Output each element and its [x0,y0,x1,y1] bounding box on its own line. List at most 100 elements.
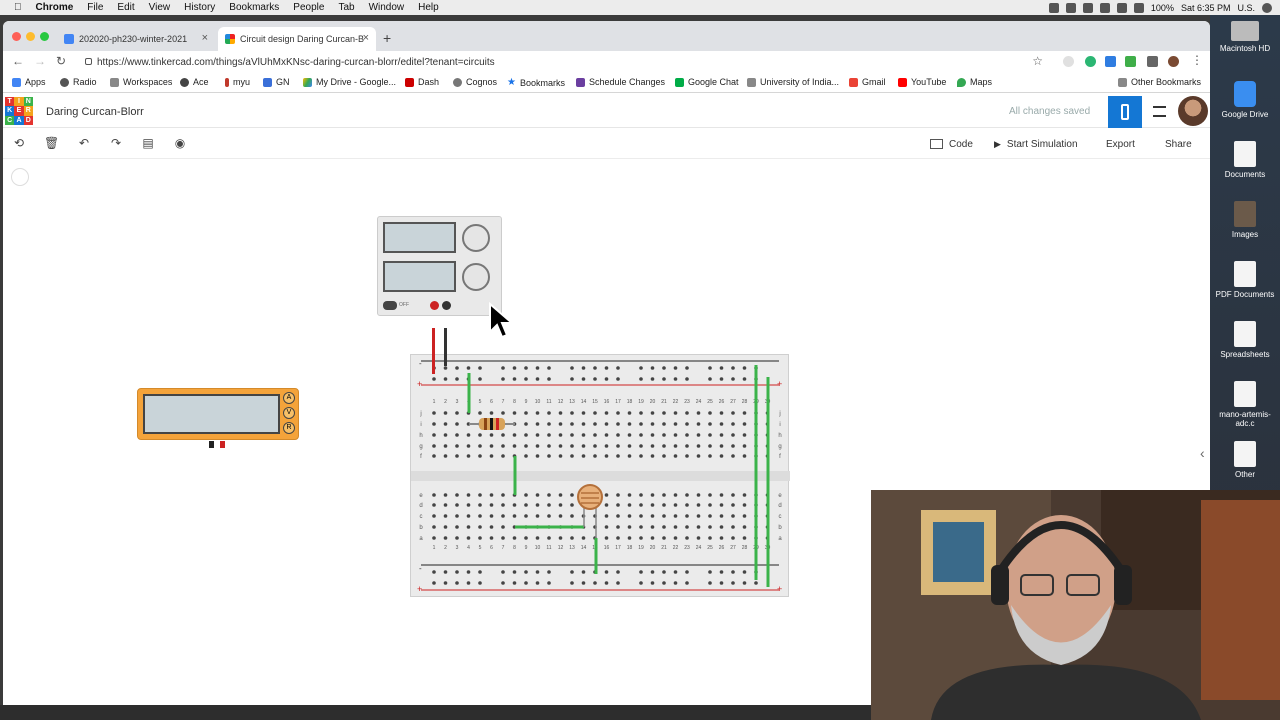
breadboard-hole[interactable] [696,454,701,458]
desktop-item-images[interactable]: Images [1210,201,1280,239]
breadboard-hole[interactable] [742,525,747,529]
breadboard-hole[interactable] [547,411,551,415]
breadboard-hole[interactable] [708,377,712,381]
breadboard-hole[interactable] [604,454,609,458]
list-view-button[interactable] [1142,96,1176,128]
multimeter-probe-black[interactable] [209,441,214,448]
breadboard-hole[interactable] [547,422,551,426]
breadboard-hole[interactable] [524,514,528,518]
breadboard-hole[interactable] [650,570,655,574]
breadboard-hole[interactable] [558,536,563,540]
breadboard-hole[interactable] [662,366,666,370]
breadboard-hole[interactable] [673,411,678,415]
breadboard-hole[interactable] [570,493,574,497]
close-tab-icon[interactable]: × [202,32,208,44]
breadboard-hole[interactable] [662,411,666,415]
breadboard-hole[interactable] [466,503,471,507]
breadboard-hole[interactable] [443,377,448,381]
bookmark-university[interactable]: University of India... [747,77,839,87]
breadboard-hole[interactable] [708,366,712,370]
breadboard-hole[interactable] [719,444,724,448]
breadboard-hole[interactable] [443,503,448,507]
breadboard-hole[interactable] [627,433,632,437]
breadboard-hole[interactable] [535,422,540,426]
breadboard-hole[interactable] [478,454,482,458]
bookmark-other-bookmarks[interactable]: Other Bookmarks [1118,77,1201,87]
breadboard-hole[interactable] [685,570,689,574]
circuit-view-button[interactable] [1108,96,1142,128]
breadboard-hole[interactable] [662,454,666,458]
apple-icon[interactable]:  [14,2,22,13]
breadboard-hole[interactable] [662,514,666,518]
breadboard-hole[interactable] [489,536,494,540]
desktop-item-pdf-documents[interactable]: PDF Documents [1210,261,1280,299]
redo-icon[interactable]: ↷ [109,136,123,150]
breadboard-hole[interactable] [719,377,724,381]
breadboard-hole[interactable] [627,503,632,507]
breadboard-hole[interactable] [512,444,517,448]
breadboard-hole[interactable] [432,444,436,448]
breadboard-hole[interactable] [742,422,747,426]
breadboard-hole[interactable] [524,454,528,458]
breadboard-hole[interactable] [742,570,747,574]
export-button[interactable]: Export [1100,133,1141,155]
status-icon[interactable] [1048,2,1059,13]
input-locale[interactable]: U.S. [1237,3,1255,13]
rotate-icon[interactable]: ⟲ [12,136,26,150]
bookmark-google-chat[interactable]: Google Chat [675,77,739,87]
menu-tab[interactable]: Tab [338,2,354,13]
breadboard-hole[interactable] [754,581,758,585]
breadboard-hole[interactable] [432,581,436,585]
breadboard-hole[interactable] [673,525,678,529]
current-knob[interactable] [462,263,490,291]
breadboard-hole[interactable] [662,493,666,497]
breadboard[interactable]: - + - + + + 1122334455667788991010111112… [410,354,790,597]
breadboard-hole[interactable] [696,503,701,507]
breadboard-hole[interactable] [673,444,678,448]
breadboard-hole[interactable] [673,503,678,507]
breadboard-hole[interactable] [627,536,632,540]
breadboard-hole[interactable] [673,454,678,458]
breadboard-hole[interactable] [593,581,597,585]
menu-history[interactable]: History [184,2,215,13]
bookmark-youtube[interactable]: YouTube [898,77,946,87]
breadboard-hole[interactable] [719,503,724,507]
breadboard-hole[interactable] [662,422,666,426]
breadboard-hole[interactable] [650,454,655,458]
breadboard-hole[interactable] [581,422,586,426]
breadboard-hole[interactable] [512,570,517,574]
breadboard-hole[interactable] [650,536,655,540]
breadboard-hole[interactable] [581,444,586,448]
breadboard-hole[interactable] [685,503,689,507]
breadboard-hole[interactable] [616,366,620,370]
reload-icon[interactable]: ↻ [56,54,66,68]
breadboard-hole[interactable] [570,411,574,415]
menu-window[interactable]: Window [369,2,405,13]
breadboard-hole[interactable] [455,433,459,437]
breadboard-hole[interactable] [547,366,551,370]
breadboard-hole[interactable] [455,581,459,585]
breadboard-hole[interactable] [570,422,574,426]
breadboard-hole[interactable] [627,525,632,529]
forward-icon[interactable]: → [34,54,46,68]
breadboard-hole[interactable] [524,503,528,507]
breadboard-hole[interactable] [708,454,712,458]
breadboard-hole[interactable] [455,444,459,448]
breadboard-hole[interactable] [501,493,505,497]
breadboard-hole[interactable] [535,570,540,574]
menu-people[interactable]: People [293,2,324,13]
breadboard-hole[interactable] [650,411,655,415]
breadboard-hole[interactable] [443,366,448,370]
breadboard-hole[interactable] [742,536,747,540]
breadboard-hole[interactable] [731,366,735,370]
breadboard-hole[interactable] [547,536,551,540]
breadboard-hole[interactable] [432,377,436,381]
breadboard-hole[interactable] [466,536,471,540]
breadboard-hole[interactable] [593,433,597,437]
puzzle-icon[interactable] [1147,56,1158,67]
breadboard-hole[interactable] [650,525,655,529]
breadboard-hole[interactable] [742,411,747,415]
breadboard-hole[interactable] [731,454,735,458]
breadboard-hole[interactable] [616,503,620,507]
power-supply[interactable]: OFF [377,216,502,316]
